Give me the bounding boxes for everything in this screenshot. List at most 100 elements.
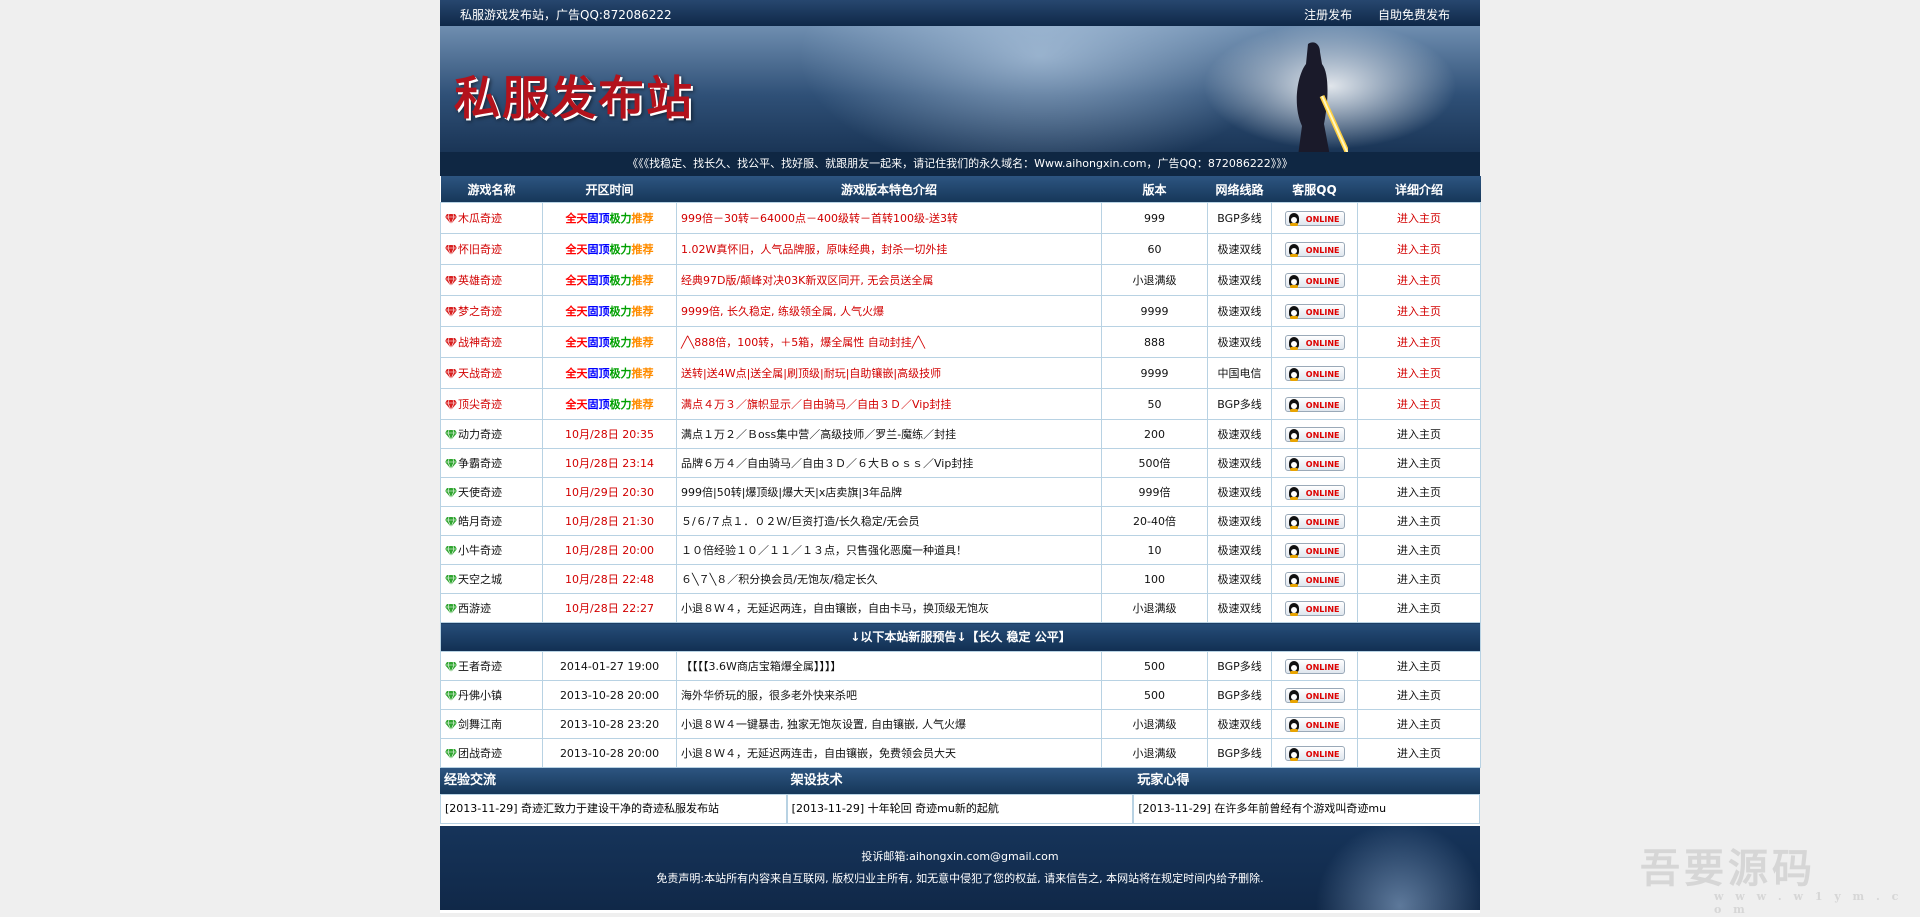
qq-online-label: ONLINE — [1305, 459, 1340, 469]
qq-online-button[interactable]: ONLINE — [1284, 241, 1345, 257]
row-server-name[interactable]: 英雄奇迹 — [458, 274, 502, 287]
row-desc[interactable]: 9999倍, 长久稳定, 练级领全属, 人气火爆 — [676, 295, 1102, 327]
row-homepage-link[interactable]: 进入主页 — [1357, 477, 1481, 507]
row-server-name[interactable]: 西游迹 — [458, 602, 491, 615]
row-homepage-link[interactable]: 进入主页 — [1357, 448, 1481, 478]
qq-online-button[interactable]: ONLINE — [1284, 210, 1345, 226]
self-publish-link[interactable]: 自助免费发布 — [1378, 8, 1450, 22]
qq-online-button[interactable]: ONLINE — [1284, 272, 1345, 288]
row-name-cell[interactable]: 皓月奇迹 — [440, 506, 543, 536]
row-homepage-link[interactable]: 进入主页 — [1357, 233, 1481, 265]
row-homepage-link[interactable]: 进入主页 — [1357, 593, 1481, 623]
row-server-name[interactable]: 争霸奇迹 — [458, 457, 502, 470]
qq-online-button[interactable]: ONLINE — [1284, 426, 1345, 442]
row-server-name[interactable]: 丹佛小镇 — [458, 689, 502, 702]
qq-online-button[interactable]: ONLINE — [1284, 745, 1345, 761]
qq-online-button[interactable]: ONLINE — [1284, 334, 1345, 350]
row-desc[interactable]: 满点１万２／Ｂoss集中营／高级技师／罗兰-魔练／封挂 — [676, 419, 1102, 449]
row-desc[interactable]: 海外华侨玩的服，很多老外快来杀吧 — [676, 680, 1102, 710]
row-homepage-link[interactable]: 进入主页 — [1357, 264, 1481, 296]
row-name-cell[interactable]: 团战奇迹 — [440, 738, 543, 768]
row-server-name[interactable]: 梦之奇迹 — [458, 305, 502, 318]
row-homepage-link[interactable]: 进入主页 — [1357, 326, 1481, 358]
row-qq: ONLINE — [1271, 233, 1358, 265]
row-desc[interactable]: 经典97D版/颠峰对决03K新双区同开, 无会员送全属 — [676, 264, 1102, 296]
qq-online-button[interactable]: ONLINE — [1284, 571, 1345, 587]
row-server-name[interactable]: 天使奇迹 — [458, 486, 502, 499]
row-server-name[interactable]: 木瓜奇迹 — [458, 212, 502, 225]
qq-online-button[interactable]: ONLINE — [1284, 513, 1345, 529]
qq-online-button[interactable]: ONLINE — [1284, 365, 1345, 381]
row-name-cell[interactable]: 天空之城 — [440, 564, 543, 594]
row-server-name[interactable]: 天战奇迹 — [458, 367, 502, 380]
qq-online-button[interactable]: ONLINE — [1284, 600, 1345, 616]
row-homepage-link[interactable]: 进入主页 — [1357, 506, 1481, 536]
qq-online-button[interactable]: ONLINE — [1284, 455, 1345, 471]
row-name-cell[interactable]: 西游迹 — [440, 593, 543, 623]
row-desc[interactable]: ╱╲888倍，100转，＋5箱，爆全属性 自动封挂╱╲ — [676, 326, 1102, 358]
row-homepage-link[interactable]: 进入主页 — [1357, 535, 1481, 565]
row-name-cell[interactable]: 梦之奇迹 — [440, 295, 543, 327]
row-server-name[interactable]: 皓月奇迹 — [458, 515, 502, 528]
row-server-name[interactable]: 王者奇迹 — [458, 660, 502, 673]
row-homepage-link[interactable]: 进入主页 — [1357, 738, 1481, 768]
row-homepage-link[interactable]: 进入主页 — [1357, 680, 1481, 710]
row-name-cell[interactable]: 王者奇迹 — [440, 651, 543, 681]
row-desc[interactable]: 1.02W真怀旧，人气品牌服，原味经典，封杀一切外挂 — [676, 233, 1102, 265]
row-homepage-link[interactable]: 进入主页 — [1357, 651, 1481, 681]
row-name-cell[interactable]: 小牛奇迹 — [440, 535, 543, 565]
row-name-cell[interactable]: 丹佛小镇 — [440, 680, 543, 710]
row-desc[interactable]: 送转|送4W点|送全属|刷顶级|耐玩|自助镶嵌|高级技师 — [676, 357, 1102, 389]
row-homepage-link[interactable]: 进入主页 — [1357, 202, 1481, 234]
row-desc[interactable]: １０倍经验１０／１１／１３点，只售强化恶魔一种道具！ — [676, 535, 1102, 565]
section-article-link[interactable]: [2013-11-29] 十年轮回 奇迹mu新的起航 — [786, 794, 1134, 824]
section-article-link[interactable]: [2013-11-29] 在许多年前曾经有个游戏叫奇迹mu — [1133, 794, 1481, 824]
row-name-cell[interactable]: 木瓜奇迹 — [440, 202, 543, 234]
row-desc[interactable]: 小退８Ｗ４，无延迟两连，自由镶嵌，自由卡马，换顶级无饱灰 — [676, 593, 1102, 623]
row-homepage-link[interactable]: 进入主页 — [1357, 295, 1481, 327]
row-desc[interactable]: ５/６/７点１．０２Ｗ/巨资打造/长久稳定/无会员 — [676, 506, 1102, 536]
row-name-cell[interactable]: 怀旧奇迹 — [440, 233, 543, 265]
qq-online-button[interactable]: ONLINE — [1284, 716, 1345, 732]
row-server-name[interactable]: 怀旧奇迹 — [458, 243, 502, 256]
qq-online-button[interactable]: ONLINE — [1284, 542, 1345, 558]
row-name-cell[interactable]: 英雄奇迹 — [440, 264, 543, 296]
qq-online-button[interactable]: ONLINE — [1284, 303, 1345, 319]
row-server-name[interactable]: 团战奇迹 — [458, 747, 502, 760]
row-desc[interactable]: 满点４万３／旗帜显示／自由骑马／自由３Ｄ／Vip封挂 — [676, 388, 1102, 420]
row-homepage-link[interactable]: 进入主页 — [1357, 564, 1481, 594]
row-homepage-link[interactable]: 进入主页 — [1357, 709, 1481, 739]
row-desc[interactable]: 【【【【3.6W商店宝箱爆全属】】】】 — [676, 651, 1102, 681]
row-homepage-link[interactable]: 进入主页 — [1357, 419, 1481, 449]
row-name-cell[interactable]: 动力奇迹 — [440, 419, 543, 449]
row-desc[interactable]: 小退８Ｗ４一键暴击, 独家无饱灰设置, 自由镶嵌, 人气火爆 — [676, 709, 1102, 739]
qq-penguin-icon — [1288, 336, 1299, 350]
qq-online-button[interactable]: ONLINE — [1284, 396, 1345, 412]
row-server-name[interactable]: 小牛奇迹 — [458, 544, 502, 557]
row-version: 500倍 — [1101, 448, 1208, 478]
row-server-name[interactable]: 动力奇迹 — [458, 428, 502, 441]
row-name-cell[interactable]: 剑舞江南 — [440, 709, 543, 739]
row-server-name[interactable]: 战神奇迹 — [458, 336, 502, 349]
row-server-name[interactable]: 顶尖奇迹 — [458, 398, 502, 411]
row-name-cell[interactable]: 争霸奇迹 — [440, 448, 543, 478]
row-name-cell[interactable]: 战神奇迹 — [440, 326, 543, 358]
row-server-name[interactable]: 天空之城 — [458, 573, 502, 586]
qq-online-button[interactable]: ONLINE — [1284, 658, 1345, 674]
row-homepage-link[interactable]: 进入主页 — [1357, 357, 1481, 389]
row-desc[interactable]: 999倍－30转－64000点－400级转－首转100级-送3转 — [676, 202, 1102, 234]
row-homepage-link[interactable]: 进入主页 — [1357, 388, 1481, 420]
row-desc[interactable]: 品牌６万４／自由骑马／自由３Ｄ／６大Ｂｏｓｓ／Vip封挂 — [676, 448, 1102, 478]
row-desc[interactable]: 小退８Ｗ４，无延迟两连击，自由镶嵌，免费领会员大天 — [676, 738, 1102, 768]
row-desc[interactable]: 999倍|50转|爆顶级|爆大天|x店卖旗|3年品牌 — [676, 477, 1102, 507]
row-name-cell[interactable]: 天使奇迹 — [440, 477, 543, 507]
qq-online-button[interactable]: ONLINE — [1284, 484, 1345, 500]
row-qq: ONLINE — [1271, 651, 1358, 681]
row-server-name[interactable]: 剑舞江南 — [458, 718, 502, 731]
row-desc[interactable]: ６╲７╲８／积分换会员/无饱灰/稳定长久 — [676, 564, 1102, 594]
section-article-link[interactable]: [2013-11-29] 奇迹汇致力于建设干净的奇迹私服发布站 — [440, 794, 787, 824]
row-name-cell[interactable]: 天战奇迹 — [440, 357, 543, 389]
row-name-cell[interactable]: 顶尖奇迹 — [440, 388, 543, 420]
qq-online-button[interactable]: ONLINE — [1284, 687, 1345, 703]
register-publish-link[interactable]: 注册发布 — [1304, 8, 1352, 22]
